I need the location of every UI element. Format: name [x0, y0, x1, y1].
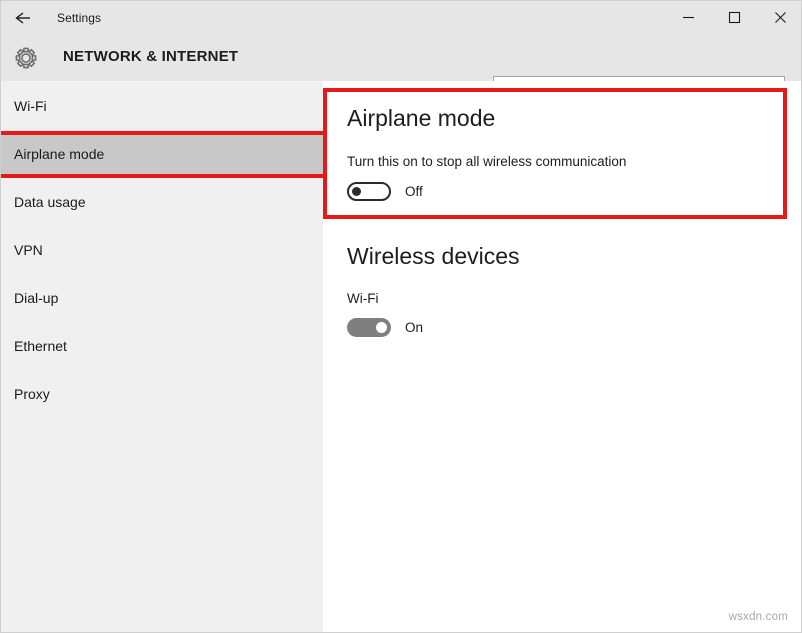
- sidebar-item-dial-up[interactable]: Dial-up: [1, 275, 323, 321]
- page-title: NETWORK & INTERNET: [63, 48, 238, 65]
- wifi-toggle-row[interactable]: On: [347, 318, 423, 337]
- sidebar-item-label: VPN: [14, 242, 43, 258]
- minimize-icon[interactable]: [665, 1, 711, 34]
- airplane-mode-heading: Airplane mode: [347, 105, 495, 132]
- airplane-mode-toggle-state: Off: [405, 184, 423, 199]
- sidebar-item-label: Ethernet: [14, 338, 67, 354]
- page-header: NETWORK & INTERNET: [1, 34, 802, 81]
- window-controls: [665, 1, 802, 34]
- title-bar: Settings: [1, 1, 802, 34]
- sidebar-item-label: Proxy: [14, 386, 50, 402]
- wifi-toggle-state: On: [405, 320, 423, 335]
- sidebar-item-label: Dial-up: [14, 290, 58, 306]
- airplane-mode-description: Turn this on to stop all wireless commun…: [347, 154, 626, 169]
- toggle-knob: [352, 187, 361, 196]
- sidebar-item-wi-fi[interactable]: Wi-Fi: [1, 83, 323, 129]
- wifi-toggle[interactable]: [347, 318, 391, 337]
- sidebar-item-ethernet[interactable]: Ethernet: [1, 323, 323, 369]
- settings-sidebar: Wi-Fi Airplane mode Data usage VPN Dial-…: [1, 81, 323, 633]
- sidebar-item-vpn[interactable]: VPN: [1, 227, 323, 273]
- sidebar-item-label: Data usage: [14, 194, 86, 210]
- toggle-knob: [376, 322, 387, 333]
- airplane-mode-toggle-row[interactable]: Off: [347, 182, 423, 201]
- sidebar-item-label: Wi-Fi: [14, 98, 47, 114]
- settings-window: Settings: [0, 0, 802, 633]
- maximize-icon[interactable]: [711, 1, 757, 34]
- sidebar-item-proxy[interactable]: Proxy: [1, 371, 323, 417]
- watermark: wsxdn.com: [729, 611, 788, 623]
- sidebar-item-data-usage[interactable]: Data usage: [1, 179, 323, 225]
- gear-icon: [12, 44, 40, 72]
- airplane-mode-toggle[interactable]: [347, 182, 391, 201]
- settings-content: Airplane mode Turn this on to stop all w…: [323, 81, 802, 633]
- close-icon[interactable]: [757, 1, 802, 34]
- app-title: Settings: [57, 11, 101, 25]
- back-arrow-icon[interactable]: [1, 1, 45, 34]
- sidebar-item-label: Airplane mode: [14, 146, 104, 162]
- wifi-label: Wi-Fi: [347, 291, 378, 306]
- wireless-devices-heading: Wireless devices: [347, 243, 520, 270]
- sidebar-item-airplane-mode[interactable]: Airplane mode: [1, 131, 323, 177]
